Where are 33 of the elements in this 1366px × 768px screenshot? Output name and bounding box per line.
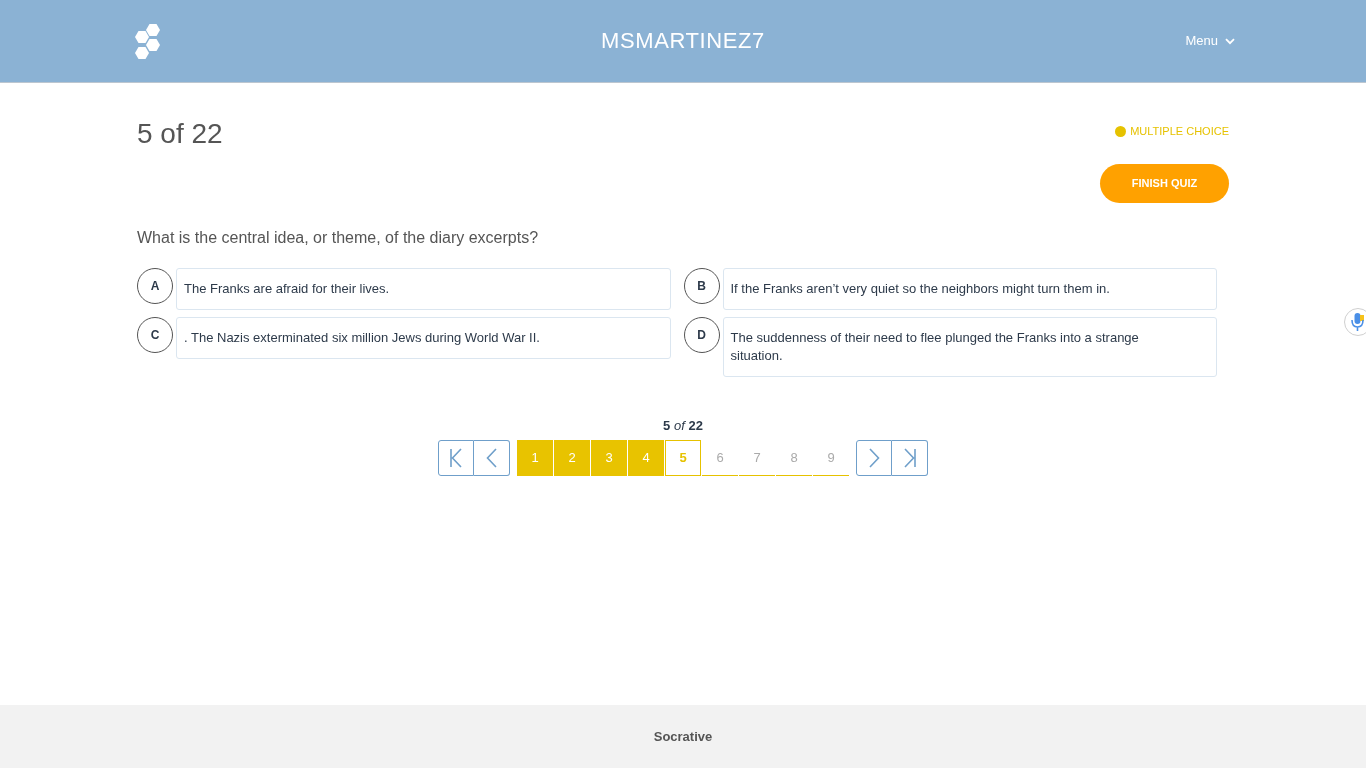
page-number-button[interactable]: 5 [665, 440, 701, 476]
answer-letter-button[interactable]: A [137, 268, 173, 304]
question-text: What is the central idea, or theme, of the diary excerpts? [137, 228, 540, 248]
chevron-down-icon [1225, 37, 1235, 45]
next-page-button[interactable] [856, 440, 892, 476]
page-counter: 5 of 22 [662, 417, 704, 435]
chevron-left-icon [484, 448, 499, 468]
finish-quiz-button[interactable]: FINISH QUIZ [1100, 164, 1229, 203]
question-type-label: MULTIPLE CHOICE [1130, 124, 1229, 138]
hexagon-logo-icon[interactable] [132, 22, 161, 60]
first-page-button[interactable] [438, 440, 474, 476]
page-number-button[interactable]: 3 [591, 440, 627, 476]
answer-option[interactable]: The suddenness of their need to flee plunged the Franks into a strange situation. [722, 317, 1217, 377]
page-number-button[interactable]: 2 [554, 440, 590, 476]
status-dot-icon [1115, 125, 1127, 137]
menu-button[interactable]: Menu [1185, 29, 1235, 53]
last-page-button[interactable] [892, 440, 928, 476]
answer-option[interactable]: The Franks are afraid for their lives. [176, 268, 671, 310]
answer-letter-button[interactable]: D [683, 317, 720, 353]
footer-brand-text: Socrative [653, 727, 713, 746]
question-number-heading: 5 of 22 [137, 117, 223, 151]
answer-option[interactable]: If the Franks aren’t very quiet so the neighbors might turn them in. [722, 268, 1217, 310]
answer-letter-button[interactable]: C [137, 317, 173, 353]
previous-page-button[interactable] [474, 440, 510, 476]
skip-left-icon [449, 448, 463, 468]
site-title: MSMARTINEZ7 [601, 27, 765, 55]
page-number-button[interactable]: 1 [517, 440, 553, 476]
answer-option[interactable]: . The Nazis exterminated six million Jews during World War II. [176, 317, 671, 359]
skip-right-icon [902, 448, 917, 468]
page-number-button[interactable]: 4 [628, 440, 664, 476]
chevron-right-icon [867, 448, 881, 468]
microphone-icon[interactable] [1343, 307, 1366, 337]
answer-letter-button[interactable]: B [683, 268, 720, 304]
